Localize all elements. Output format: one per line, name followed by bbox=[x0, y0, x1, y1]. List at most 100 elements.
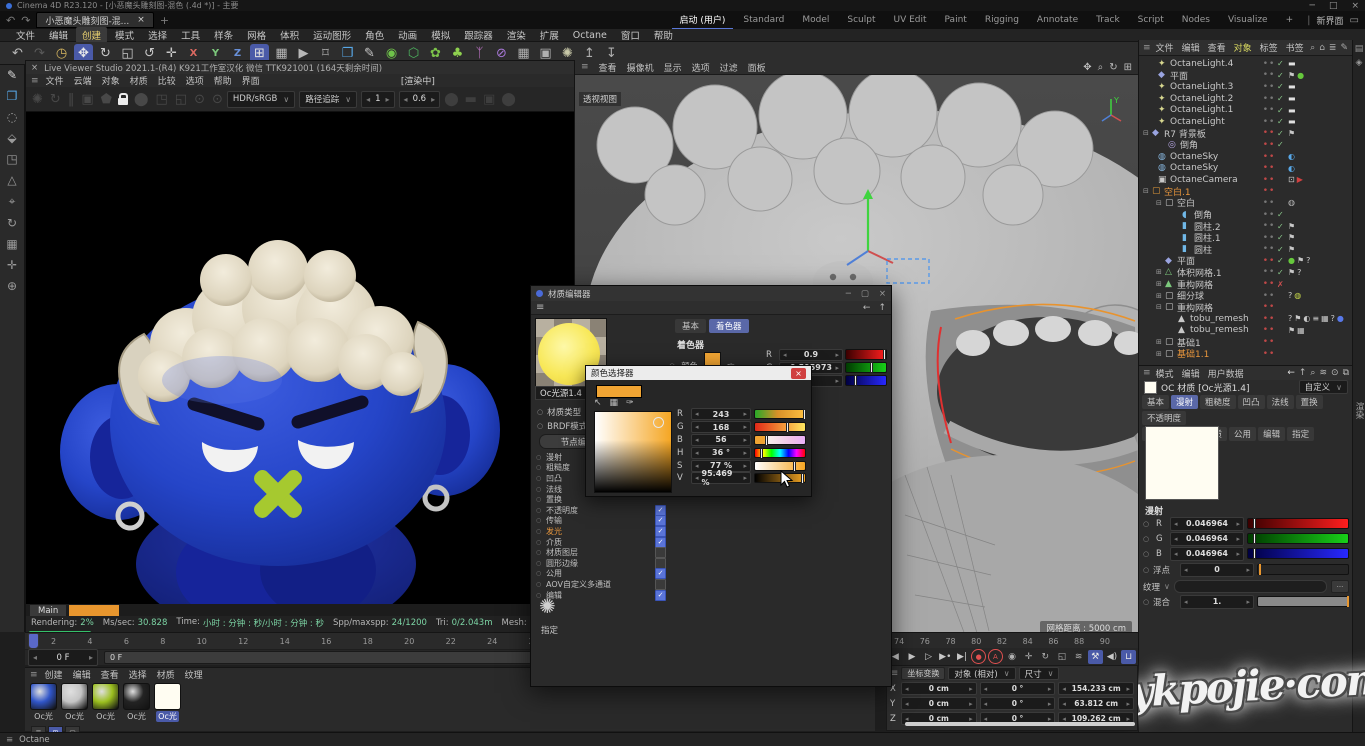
visibility-dots[interactable]: •• bbox=[1261, 186, 1277, 196]
value-spinner[interactable]: ◂168▸ bbox=[691, 421, 751, 433]
camera-tool-icon[interactable]: ▬ bbox=[465, 92, 477, 107]
layout-tab[interactable]: Sculpt bbox=[839, 13, 883, 27]
viewport-hamburger-icon[interactable]: ≡ bbox=[581, 62, 589, 72]
attribute-hamburger-icon[interactable]: ≡ bbox=[1143, 368, 1151, 378]
visibility-dots[interactable]: •• bbox=[1261, 59, 1277, 69]
object-tags[interactable]: ⊡▶ bbox=[1288, 175, 1352, 184]
material-menu-item[interactable]: 纹理 bbox=[180, 668, 208, 681]
object-manager-menu-item[interactable]: 标签 bbox=[1256, 41, 1282, 54]
position-spinner[interactable]: ◂0 cm▸ bbox=[901, 697, 977, 710]
viewport-menu-item[interactable]: 面板 bbox=[743, 61, 771, 74]
visibility-dots[interactable]: •• bbox=[1261, 198, 1277, 208]
channel-checkbox[interactable] bbox=[655, 568, 666, 579]
tree-row[interactable]: ✦ OctaneLight.3 •• ✓ ▬ bbox=[1139, 81, 1352, 93]
value-spinner[interactable]: ◂0.9▸ bbox=[779, 349, 843, 361]
channel-checkbox[interactable] bbox=[655, 558, 666, 569]
visibility-dots[interactable]: •• bbox=[1261, 337, 1277, 347]
enable-check[interactable]: ✓ bbox=[1277, 256, 1288, 265]
document-tab[interactable]: 小恶魔头雕刻图-混... × bbox=[36, 12, 153, 28]
live-viewer-menu-item[interactable]: 帮助 bbox=[209, 74, 237, 87]
material-swatch[interactable]: Oc光 bbox=[123, 683, 150, 722]
object-tags[interactable]: ⚑? bbox=[1288, 268, 1352, 277]
render-control-icon[interactable]: ‖ bbox=[68, 92, 75, 107]
channel-row[interactable]: ○ 发光 bbox=[533, 526, 669, 537]
live-viewer-menu-item[interactable]: 文件 bbox=[41, 74, 69, 87]
layout-tab[interactable]: UV Edit bbox=[885, 13, 934, 27]
mode-tool-icon[interactable]: ⬙ bbox=[7, 131, 16, 145]
expand-icon[interactable]: ⊟ bbox=[1156, 199, 1165, 207]
visibility-dots[interactable]: •• bbox=[1261, 140, 1277, 150]
object-tags[interactable]: ⚑ bbox=[1288, 129, 1352, 138]
channel-checkbox[interactable] bbox=[655, 515, 666, 526]
object-tags[interactable]: ?◍ bbox=[1288, 291, 1352, 300]
attribute-menu-item[interactable]: 编辑 bbox=[1178, 367, 1204, 380]
transport-button[interactable]: ▶| bbox=[955, 650, 970, 664]
object-tags[interactable]: ⚑● bbox=[1288, 71, 1352, 80]
menu-item[interactable]: 工具 bbox=[175, 27, 206, 43]
tree-row[interactable]: ▮ 圆柱 •• ✓ ⚑ bbox=[1139, 244, 1352, 256]
transport-button[interactable]: ▶ bbox=[905, 650, 920, 664]
tree-row[interactable]: ◆ 平面 •• ✓ ⚑● bbox=[1139, 70, 1352, 82]
me-tab[interactable]: 着色器 bbox=[709, 319, 749, 333]
viewport-menu-item[interactable]: 过滤 bbox=[715, 61, 743, 74]
channel-tab[interactable]: 凹凸 bbox=[1238, 395, 1265, 409]
visibility-dots[interactable]: •• bbox=[1261, 279, 1277, 289]
tree-row[interactable]: ▮ 圆柱.1 •• ✓ ⚑ bbox=[1139, 232, 1352, 244]
transport-button[interactable]: ● bbox=[971, 649, 986, 664]
tree-row[interactable]: ⊞ ▢ 基础1 •• bbox=[1139, 336, 1352, 348]
attribute-nav-icon[interactable]: ⊙ bbox=[1331, 368, 1339, 378]
hamburger-icon[interactable]: ≡ bbox=[31, 76, 39, 86]
object-tags[interactable]: ◐ bbox=[1288, 164, 1352, 173]
anim-dot-icon[interactable]: ○ bbox=[1143, 535, 1150, 543]
maximize-button[interactable]: □ bbox=[1329, 1, 1338, 11]
transform-button[interactable]: 坐标变换 bbox=[901, 667, 945, 680]
mode-tool-icon[interactable]: ◌ bbox=[7, 110, 17, 124]
channel-row[interactable]: ○ 传输 bbox=[533, 516, 669, 527]
attribute-nav-icon[interactable]: ← bbox=[1287, 368, 1295, 378]
transport-button[interactable]: ⚒ bbox=[1088, 650, 1103, 664]
menu-item[interactable]: 帮助 bbox=[648, 27, 679, 43]
viewport-menu-item[interactable]: 显示 bbox=[659, 61, 687, 74]
value-slider[interactable] bbox=[845, 349, 887, 360]
object-manager-hamburger-icon[interactable]: ≡ bbox=[1143, 43, 1151, 53]
attribute-menu-item[interactable]: 用户数据 bbox=[1204, 367, 1248, 380]
tree-row[interactable]: ⊞ ▢ 基础1.1 •• bbox=[1139, 348, 1352, 360]
menu-item[interactable]: 运动图形 bbox=[307, 27, 357, 43]
rotation-spinner[interactable]: ◂0 °▸ bbox=[980, 682, 1056, 695]
texture-chevron-icon[interactable]: ∨ bbox=[1164, 582, 1170, 591]
back-icon[interactable]: ← bbox=[863, 303, 871, 313]
object-manager-tool-icon[interactable]: ≣ bbox=[1329, 43, 1337, 53]
mode-tool-icon[interactable]: ⌖ bbox=[9, 194, 16, 209]
value-spinner[interactable]: ◂56▸ bbox=[691, 434, 751, 446]
interface-toggle-icon[interactable]: ▭ bbox=[1350, 15, 1359, 26]
kernel-dropdown[interactable]: 路径追踪∨ bbox=[299, 91, 357, 108]
channel-tab[interactable]: 指定 bbox=[1287, 427, 1314, 441]
value-slider[interactable] bbox=[1247, 518, 1349, 529]
tree-row[interactable]: ⊟ ▢ 重构网格 •• bbox=[1139, 301, 1352, 313]
close-button[interactable]: × bbox=[1351, 1, 1359, 11]
value-slider[interactable] bbox=[754, 448, 806, 458]
visibility-dots[interactable]: •• bbox=[1261, 175, 1277, 185]
viewport-menu-item[interactable]: 摄像机 bbox=[622, 61, 659, 74]
channel-row[interactable]: ○ 介质 bbox=[533, 537, 669, 548]
mode-tool-icon[interactable]: ❐ bbox=[7, 89, 18, 103]
tree-row[interactable]: ▮ 圆柱.2 •• ✓ ⚑ bbox=[1139, 220, 1352, 232]
menu-item[interactable]: 跟踪器 bbox=[458, 27, 499, 43]
channel-row[interactable]: ○ AOV自定义多通道 bbox=[533, 579, 669, 590]
transport-button[interactable]: A bbox=[988, 649, 1003, 664]
add-tab-button[interactable]: + bbox=[160, 14, 169, 27]
viewer-option-icon[interactable]: ⊙ bbox=[212, 92, 223, 107]
attribute-nav-icon[interactable]: ⧉ bbox=[1343, 368, 1349, 378]
viewport-label[interactable]: 透视视图 bbox=[579, 92, 621, 106]
material-swatch[interactable]: Oc光 bbox=[154, 683, 181, 722]
object-tags[interactable]: ⚑ bbox=[1288, 222, 1352, 231]
channel-checkbox[interactable] bbox=[655, 579, 666, 590]
tree-row[interactable]: ▣ OctaneCamera •• ⊡▶ bbox=[1139, 174, 1352, 186]
render-control-icon[interactable]: ▣ bbox=[81, 92, 93, 107]
format-dropdown[interactable]: HDR/sRGB∨ bbox=[227, 91, 295, 108]
transport-button[interactable]: ◉ bbox=[1005, 650, 1020, 664]
visibility-dots[interactable]: •• bbox=[1261, 152, 1277, 162]
object-tags[interactable]: ▬ bbox=[1288, 94, 1352, 103]
assign-label[interactable]: 指定 bbox=[541, 624, 558, 636]
expand-icon[interactable]: ⊞ bbox=[1156, 350, 1165, 358]
